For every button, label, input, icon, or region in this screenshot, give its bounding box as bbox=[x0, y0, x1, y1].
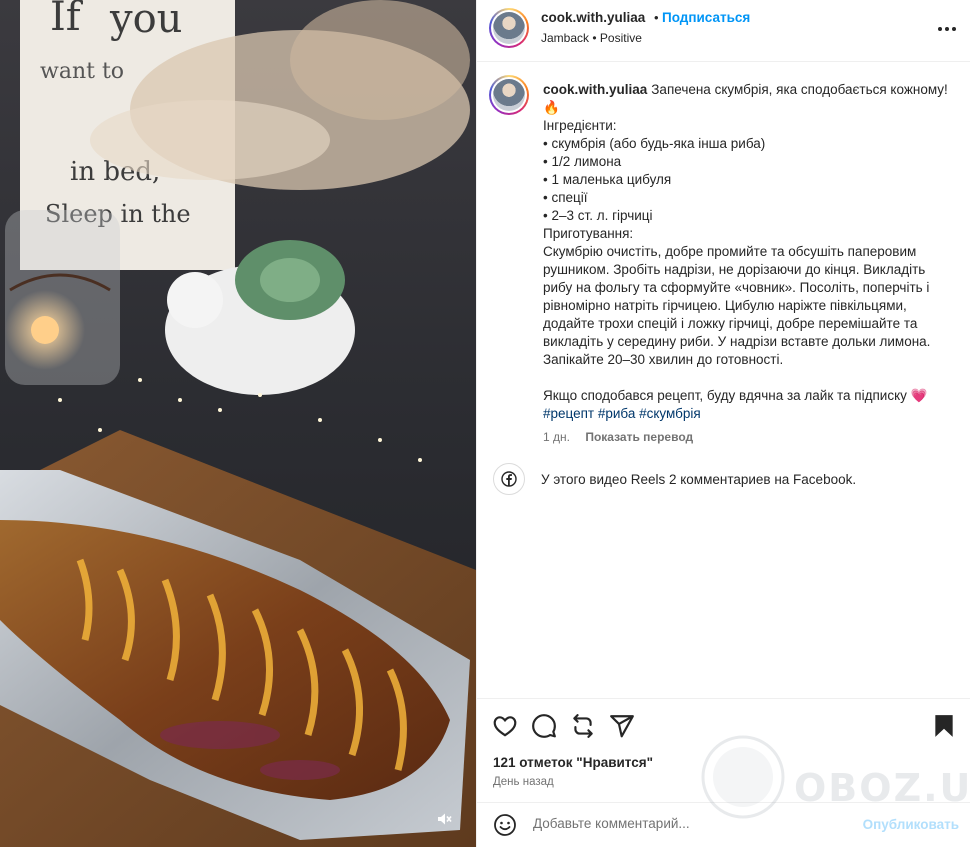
repost-icon[interactable] bbox=[570, 713, 596, 739]
audio-track-link[interactable]: Jamback • Positive bbox=[541, 31, 642, 45]
caption-text: cook.with.yuliaa Запечена скумбрія, яка с… bbox=[543, 81, 953, 423]
author-username[interactable]: cook.with.yuliaa bbox=[541, 10, 645, 25]
caption-username[interactable]: cook.with.yuliaa bbox=[543, 82, 647, 97]
separator-dot: • bbox=[654, 10, 659, 25]
instagram-post: If you want to in bed, Sleep in the cook… bbox=[0, 0, 970, 847]
emoji-icon[interactable] bbox=[493, 813, 517, 837]
likes-count[interactable]: 121 отметок "Нравится" bbox=[493, 755, 653, 770]
author-avatar[interactable] bbox=[489, 8, 529, 48]
caption-section: cook.with.yuliaa Запечена скумбрія, яка с… bbox=[477, 63, 970, 698]
like-heart-icon[interactable] bbox=[492, 713, 518, 739]
svg-text:If: If bbox=[50, 0, 84, 40]
publish-comment-button[interactable]: Опубликовать bbox=[863, 817, 959, 832]
facebook-icon-wrapper bbox=[493, 463, 525, 495]
comment-input[interactable] bbox=[533, 816, 853, 831]
post-header: cook.with.yuliaa • Подписаться Jamback •… bbox=[477, 0, 970, 62]
more-options-button[interactable] bbox=[935, 17, 959, 41]
facebook-comments-note: У этого видео Reels 2 комментариев на Fa… bbox=[493, 463, 856, 495]
post-time: День назад bbox=[493, 776, 554, 788]
caption-age: 1 дн. bbox=[543, 430, 570, 444]
volume-off-icon bbox=[438, 813, 452, 825]
facebook-icon bbox=[501, 471, 517, 487]
caption-body: Запечена скумбрія, яка сподобається кожн… bbox=[543, 82, 948, 403]
caption-meta: 1 дн. Показать перевод bbox=[543, 430, 693, 444]
facebook-comments-text: У этого видео Reels 2 комментариев на Fa… bbox=[541, 471, 857, 487]
svg-text:want to: want to bbox=[40, 59, 124, 84]
share-send-icon[interactable] bbox=[609, 713, 635, 739]
mute-toggle-button[interactable] bbox=[436, 811, 460, 835]
more-horizontal-icon bbox=[938, 27, 942, 31]
follow-button[interactable]: Подписаться bbox=[662, 10, 750, 25]
food-photo: If you want to in bed, Sleep in the bbox=[0, 0, 476, 847]
svg-text:you: you bbox=[109, 0, 182, 42]
post-actions: 121 отметок "Нравится" День назад bbox=[477, 698, 970, 802]
comment-icon[interactable] bbox=[531, 713, 557, 739]
caption-hashtags[interactable]: #рецепт #риба #скумбрія bbox=[543, 406, 701, 421]
save-bookmark-icon[interactable] bbox=[931, 713, 957, 739]
show-translation-button[interactable]: Показать перевод bbox=[585, 430, 693, 444]
post-media-video[interactable]: If you want to in bed, Sleep in the bbox=[0, 0, 476, 847]
add-comment-bar: Опубликовать bbox=[477, 802, 970, 847]
post-side-panel: cook.with.yuliaa • Подписаться Jamback •… bbox=[476, 0, 970, 847]
caption-author-avatar[interactable] bbox=[489, 75, 529, 115]
